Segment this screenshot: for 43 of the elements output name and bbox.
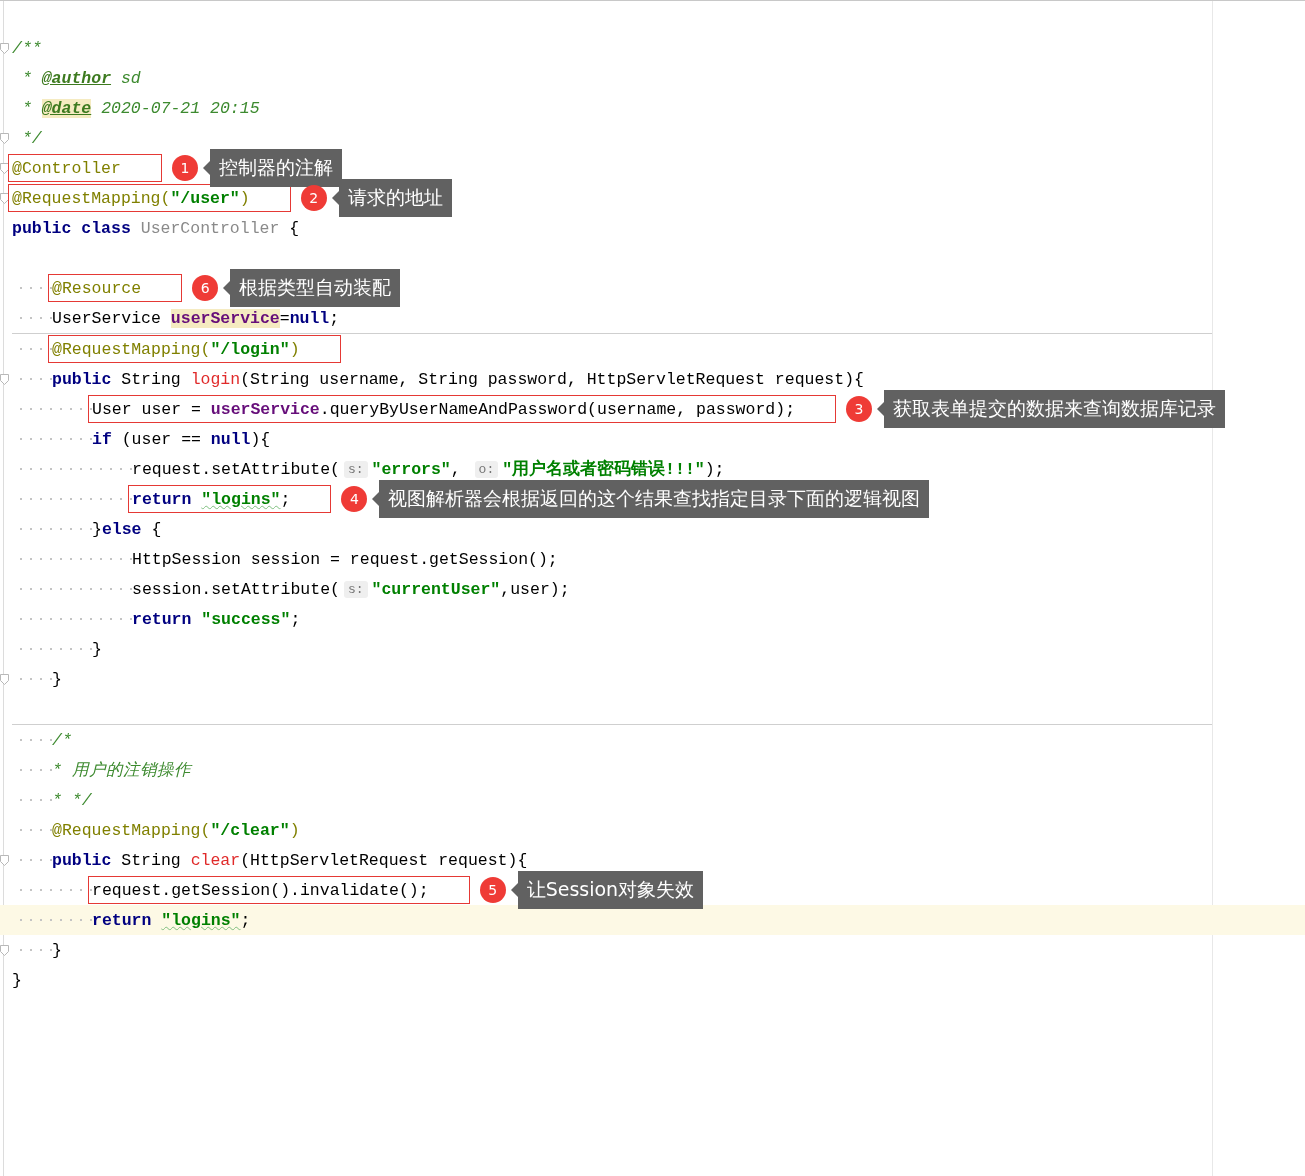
code-line: HttpSession session = request.getSession(); [132,548,558,571]
number-badge: 6 [192,275,219,301]
code-line: * 用户的注销操作 [52,760,191,782]
code-line: } [52,668,62,691]
code-line: UserService userService=null; [52,307,340,330]
code-line: session.setAttribute( s: "currentUser",user); [132,578,570,601]
code-line: } [52,939,62,962]
fold-icon[interactable] [0,192,9,204]
code-line: public String login(String username, String password, HttpServletRequest request){ [52,368,864,391]
number-badge: 4 [341,486,368,512]
code-line: return "success"; [132,608,301,631]
number-badge: 5 [479,877,506,903]
code-line: @RequestMapping("/clear") [52,819,300,842]
fold-icon[interactable] [0,673,9,685]
callout-label: 让Session对象失效 [510,871,704,909]
fold-icon[interactable] [0,162,9,174]
callout-label: 获取表单提交的数据来查询数据库记录 [877,390,1226,428]
fold-icon[interactable] [0,373,9,385]
code-line: request.setAttribute( s: "errors", o: "用户名或者密码错误!!!"); [132,458,725,481]
code-line: return "logins"; [92,909,251,932]
number-badge: 1 [171,155,198,181]
code-line: } [12,969,22,992]
code-line: public String clear(HttpServletRequest request){ [52,849,528,872]
code-line: /* [52,729,72,752]
code-line: } [92,638,102,661]
fold-icon[interactable] [0,132,9,144]
fold-icon[interactable] [0,944,9,956]
code-line: * */ [52,789,92,812]
code-line: if (user == null){ [92,428,271,451]
code-line: /** [12,37,42,60]
code-line: * @date 2020-07-21 20:15 [20,97,260,120]
code-line: public class UserController { [12,217,300,240]
code-line: }else { [92,518,162,541]
fold-icon[interactable] [0,854,9,866]
fold-icon[interactable] [0,42,9,54]
callout-label: 视图解析器会根据返回的这个结果查找指定目录下面的逻辑视图 [372,480,930,518]
number-badge: 3 [846,396,873,422]
callout-label: 请求的地址 [331,179,452,217]
number-badge: 2 [300,185,327,211]
callout-label: 控制器的注解 [202,149,342,187]
code-line: * @author sd [20,67,141,90]
code-line: */ [20,127,42,150]
callout-label: 根据类型自动装配 [223,269,401,307]
